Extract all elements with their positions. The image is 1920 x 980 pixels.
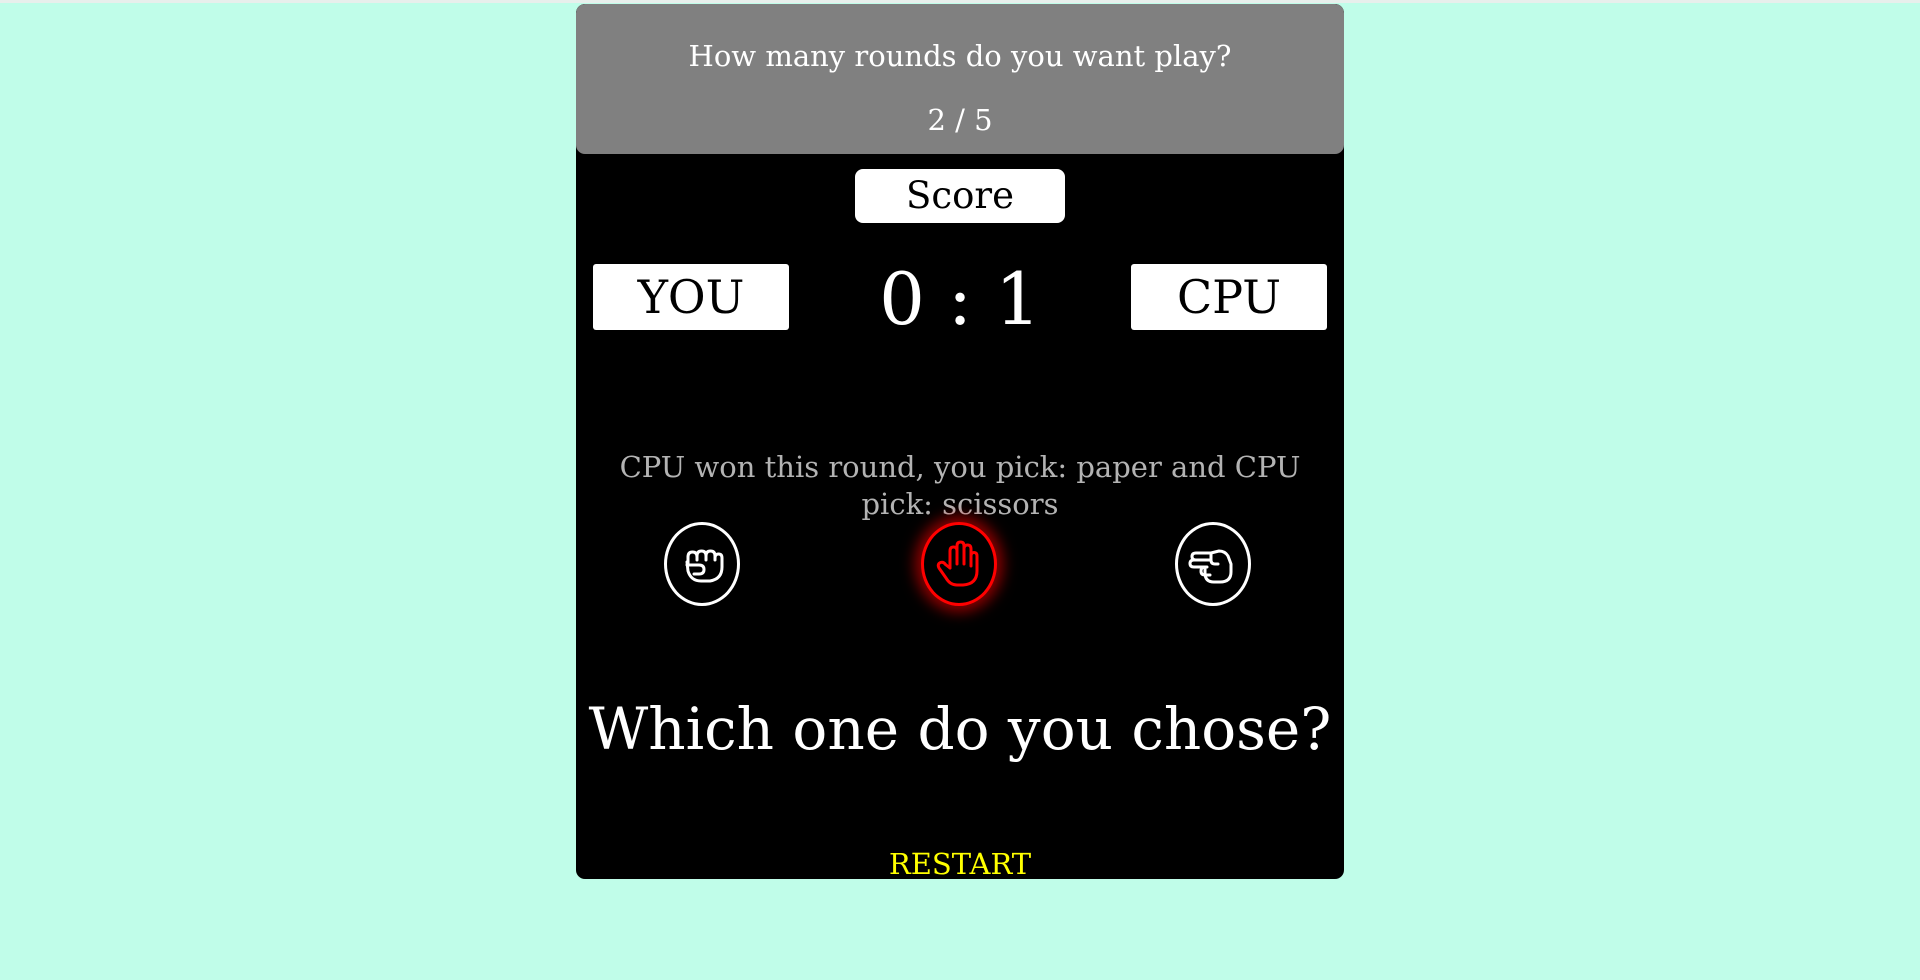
top-border xyxy=(0,0,1920,3)
rounds-panel: How many rounds do you want play? 2 / 5 xyxy=(576,4,1344,154)
player-label: YOU xyxy=(593,264,789,330)
scoreboard-title: Score Board xyxy=(855,169,1065,271)
rounds-counter: 2 / 5 xyxy=(927,103,993,137)
game-card: How many rounds do you want play? 2 / 5 … xyxy=(576,4,1344,879)
scissors-button[interactable] xyxy=(1175,522,1251,606)
choice-prompt: Which one do you chose? xyxy=(588,695,1332,763)
rounds-question: How many rounds do you want play? xyxy=(688,39,1232,73)
paper-button[interactable] xyxy=(921,522,997,606)
fist-icon xyxy=(685,549,724,583)
restart-button[interactable]: RESTART xyxy=(576,847,1344,879)
rock-button[interactable] xyxy=(664,522,740,606)
open-hand-icon xyxy=(936,540,979,587)
score-display: 0 : 1 xyxy=(879,257,1041,341)
scissors-hand-icon xyxy=(1188,549,1233,584)
round-result-message: CPU won this round, you pick: paper and … xyxy=(619,450,1301,521)
cpu-label: CPU xyxy=(1131,264,1327,330)
